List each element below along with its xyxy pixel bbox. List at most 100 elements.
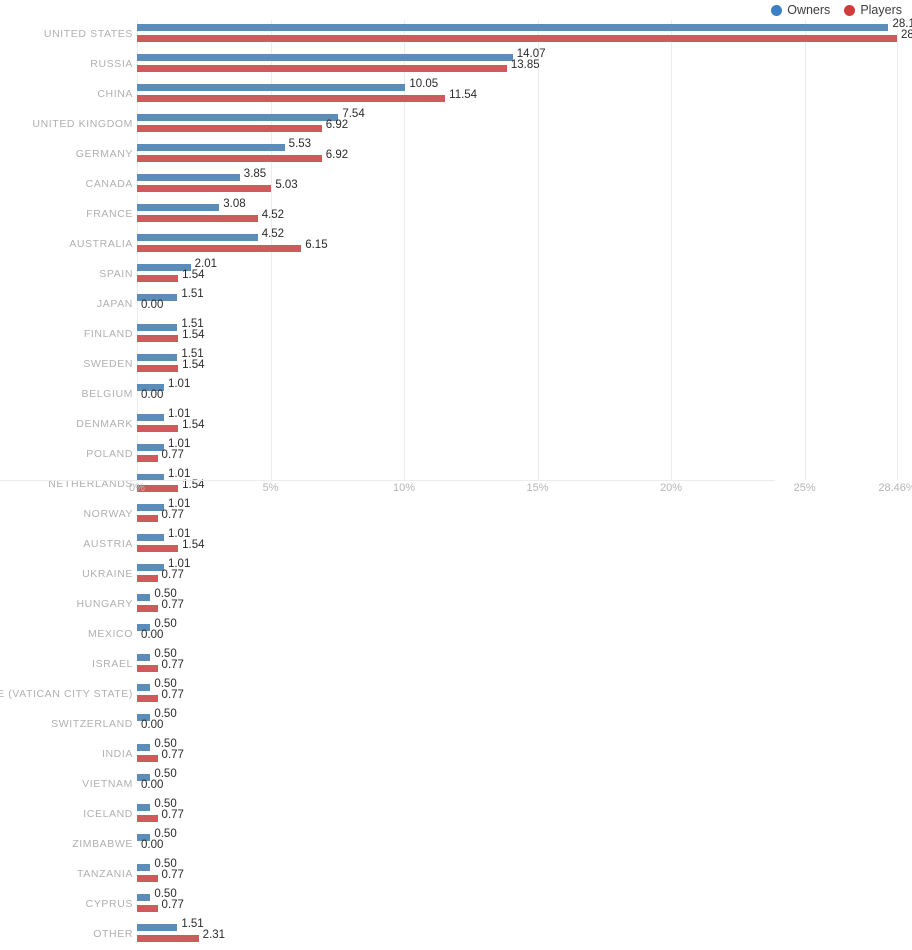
value-label-players: 6.92 — [325, 149, 349, 161]
bar-owners[interactable] — [137, 234, 258, 241]
bar-row[interactable]: 0.50 0.77 — [137, 678, 897, 710]
category-label: FINLAND — [83, 328, 133, 340]
bar-row[interactable]: 14.07 13.85 — [137, 48, 897, 80]
x-tick-label: 5% — [262, 482, 279, 494]
bar-row[interactable]: 1.51 2.31 — [137, 918, 897, 950]
bar-owners[interactable] — [137, 594, 151, 601]
bar-players[interactable] — [137, 95, 446, 102]
bar-players[interactable] — [137, 515, 158, 522]
value-label-players: 0.00 — [141, 719, 164, 731]
bar-players[interactable] — [137, 335, 179, 342]
legend-item-owners[interactable]: Owners — [771, 3, 830, 17]
bar-players[interactable] — [137, 425, 179, 432]
bar-players[interactable] — [137, 155, 322, 162]
bar-players[interactable] — [137, 665, 158, 672]
category-label: UKRAINE — [82, 568, 133, 580]
bar-row[interactable]: 0.50 0.00 — [137, 618, 897, 650]
bar-owners[interactable] — [137, 144, 285, 151]
x-tick-label: 15% — [526, 482, 549, 494]
category-label: MEXICO — [87, 628, 133, 640]
bar-players[interactable] — [137, 875, 158, 882]
category-label: CHINA — [97, 88, 133, 100]
category-label: HUNGARY — [76, 598, 133, 610]
bar-players[interactable] — [137, 815, 158, 822]
bar-players[interactable] — [137, 365, 179, 372]
bar-players[interactable] — [137, 605, 158, 612]
bar-players[interactable] — [137, 245, 302, 252]
bar-players[interactable] — [137, 545, 179, 552]
bar-players[interactable] — [137, 125, 322, 132]
bar-row[interactable]: 7.54 6.92 — [137, 108, 897, 140]
value-label-players: 6.92 — [325, 119, 349, 131]
bar-players[interactable] — [137, 755, 158, 762]
bar-players[interactable] — [137, 275, 179, 282]
bar-row[interactable]: 10.05 11.54 — [137, 78, 897, 110]
bar-row[interactable]: 1.01 1.54 — [137, 408, 897, 440]
value-label-players: 1.54 — [182, 269, 205, 281]
bar-owners[interactable] — [137, 804, 151, 811]
bar-row[interactable]: 28.1428.46 — [137, 18, 912, 50]
bar-players[interactable] — [137, 455, 158, 462]
bar-row[interactable]: 4.52 6.15 — [137, 228, 897, 260]
bar-owners[interactable] — [137, 174, 240, 181]
bar-row[interactable]: 0.50 0.77 — [137, 738, 897, 770]
value-label-players: 1.54 — [182, 539, 205, 551]
value-label-players: 11.54 — [449, 89, 478, 101]
bar-players[interactable] — [137, 935, 199, 942]
bar-row[interactable]: 0.50 0.77 — [137, 648, 897, 680]
bar-owners[interactable] — [137, 564, 164, 571]
legend-item-players[interactable]: Players — [844, 3, 902, 17]
bar-players[interactable] — [137, 35, 897, 42]
bar-owners[interactable] — [137, 444, 164, 451]
bar-owners[interactable] — [137, 54, 513, 61]
bar-row[interactable]: 0.50 0.00 — [137, 708, 897, 740]
bar-owners[interactable] — [137, 84, 406, 91]
bar-row[interactable]: 1.01 0.77 — [137, 438, 897, 470]
bar-row[interactable]: 1.01 0.00 — [137, 378, 897, 410]
bar-owners[interactable] — [137, 114, 339, 121]
bar-row[interactable]: 0.50 0.77 — [137, 588, 897, 620]
bar-row[interactable]: 5.53 6.92 — [137, 138, 897, 170]
bar-row[interactable]: 0.50 0.77 — [137, 858, 897, 890]
bar-owners[interactable] — [137, 654, 151, 661]
bar-owners[interactable] — [137, 354, 178, 361]
bar-players[interactable] — [137, 695, 158, 702]
bar-players[interactable] — [137, 575, 158, 582]
bar-row[interactable]: 1.01 1.54 — [137, 528, 897, 560]
bar-row[interactable]: 1.01 0.77 — [137, 558, 897, 590]
category-label: SWITZERLAND — [51, 718, 133, 730]
bar-row[interactable]: 0.50 0.00 — [137, 768, 897, 800]
bar-owners[interactable] — [137, 204, 220, 211]
bar-players[interactable] — [137, 905, 158, 912]
bar-players[interactable] — [137, 65, 507, 72]
category-label: BELGIUM — [81, 388, 133, 400]
x-tick-label: 25% — [793, 482, 816, 494]
bar-owners[interactable] — [137, 324, 178, 331]
value-label-players: 28.46 — [901, 29, 912, 41]
bar-row[interactable]: 2.01 1.54 — [137, 258, 897, 290]
bar-row[interactable]: 3.08 4.52 — [137, 198, 897, 230]
value-label-players: 0.00 — [141, 389, 164, 401]
bar-owners[interactable] — [137, 744, 151, 751]
bar-owners[interactable] — [137, 924, 178, 931]
bar-row[interactable]: 3.85 5.03 — [137, 168, 897, 200]
category-label: CYPRUS — [85, 898, 133, 910]
bar-row[interactable]: 0.50 0.77 — [137, 798, 897, 830]
value-label-players: 0.77 — [161, 749, 184, 761]
bar-owners[interactable] — [137, 534, 164, 541]
category-label: SWEDEN — [83, 358, 133, 370]
bar-owners[interactable] — [137, 414, 164, 421]
bar-owners[interactable] — [137, 684, 151, 691]
bar-row[interactable]: 1.51 1.54 — [137, 318, 897, 350]
bar-row[interactable]: 1.51 0.00 — [137, 288, 897, 320]
bar-owners[interactable] — [137, 24, 889, 31]
bar-row[interactable]: 0.50 0.00 — [137, 828, 897, 860]
bar-owners[interactable] — [137, 894, 151, 901]
value-label-owners: 1.51 — [181, 288, 204, 300]
bar-players[interactable] — [137, 185, 272, 192]
bar-row[interactable]: 0.50 0.77 — [137, 888, 897, 920]
category-label: FRANCE — [86, 208, 133, 220]
bar-row[interactable]: 1.51 1.54 — [137, 348, 897, 380]
bar-players[interactable] — [137, 215, 258, 222]
bar-owners[interactable] — [137, 864, 151, 871]
